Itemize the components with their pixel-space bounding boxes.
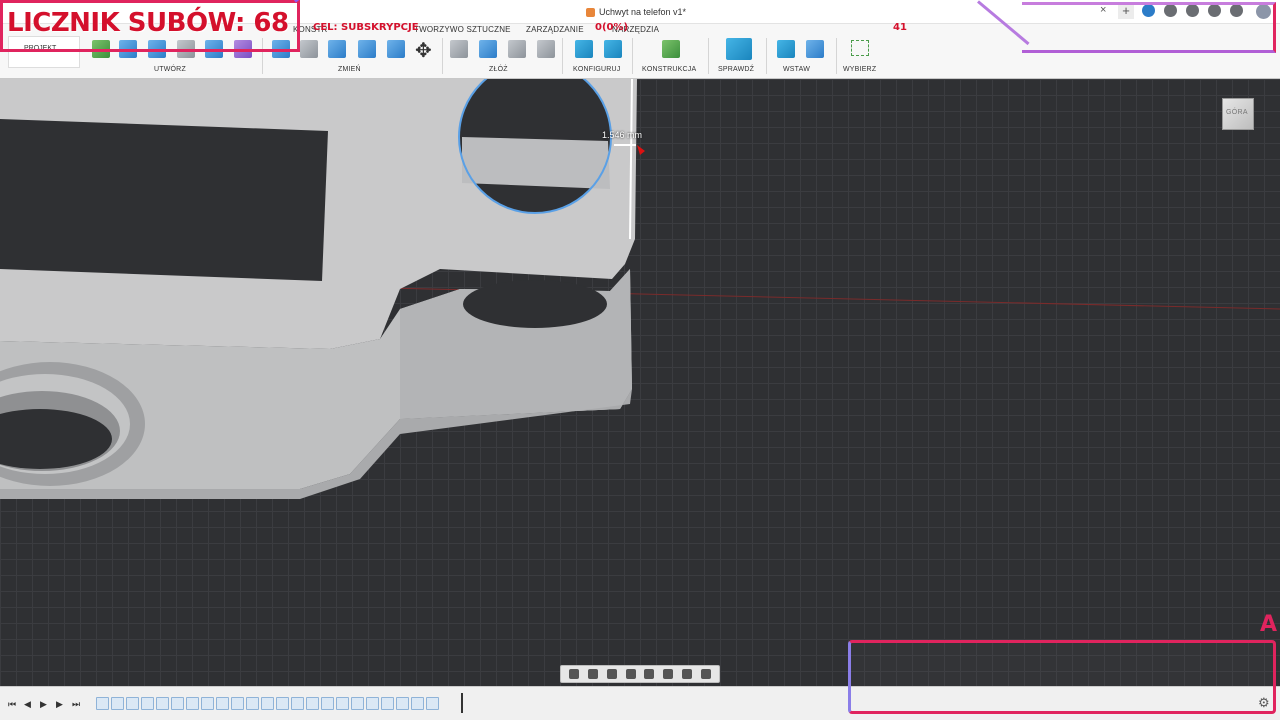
timeline-feature xyxy=(321,697,334,710)
ribbon-divider xyxy=(442,38,443,74)
timeline-feature xyxy=(426,697,439,710)
timeline-feature xyxy=(276,697,289,710)
insert-image-icon[interactable] xyxy=(806,40,824,58)
group-inspect-label[interactable]: SPRAWDŹ xyxy=(718,66,754,73)
ribbon-divider xyxy=(632,38,633,74)
group-insert-label[interactable]: WSTAW xyxy=(783,66,810,73)
rectangular-cutout xyxy=(0,119,328,281)
hole-icon[interactable] xyxy=(177,40,195,58)
subscription-goal-number: 41 xyxy=(893,22,907,33)
combine-icon[interactable] xyxy=(358,40,376,58)
press-pull-icon[interactable] xyxy=(272,40,290,58)
group-select-label[interactable]: WYBIERZ xyxy=(843,66,876,73)
step-back-icon[interactable]: ◀ xyxy=(24,699,31,710)
subscriber-counter: LICZNIK SUBÓW: 68 xyxy=(7,8,289,38)
workspace-label: PROJEKT xyxy=(24,45,57,52)
look-at-icon[interactable] xyxy=(588,669,599,679)
timeline-feature xyxy=(261,697,274,710)
timeline-feature xyxy=(411,697,424,710)
tab-plastic[interactable]: TWORZYWO SZTUCZNE xyxy=(414,25,511,34)
ribbon-divider xyxy=(708,38,709,74)
step-forward-icon[interactable]: ▶ xyxy=(56,699,63,710)
move-icon[interactable]: ✥ xyxy=(415,38,432,63)
workspace-switcher[interactable] xyxy=(8,36,80,68)
timeline-feature xyxy=(396,697,409,710)
configure-table-icon[interactable] xyxy=(604,40,622,58)
select-window-icon[interactable] xyxy=(851,40,869,56)
play-icon[interactable]: ▶ xyxy=(40,699,47,710)
webcam-overlay-frame xyxy=(848,640,1276,714)
display-settings-icon[interactable] xyxy=(663,669,674,679)
timeline-feature xyxy=(366,697,379,710)
document-cube-icon xyxy=(586,7,595,17)
ribbon-divider xyxy=(562,38,563,74)
timeline-feature xyxy=(111,697,124,710)
joint-table-icon[interactable] xyxy=(537,40,555,58)
dimension-cursor-icon xyxy=(637,145,645,155)
ribbon-divider xyxy=(766,38,767,74)
timeline-feature xyxy=(246,697,259,710)
timeline-feature xyxy=(216,697,229,710)
new-component-icon[interactable] xyxy=(479,40,497,58)
timeline-feature xyxy=(306,697,319,710)
grid-settings-icon[interactable] xyxy=(681,669,692,679)
dimension-label[interactable]: 1.546 mm xyxy=(602,130,642,140)
timeline-feature xyxy=(351,697,364,710)
ribbon-divider xyxy=(262,38,263,74)
go-to-end-icon[interactable]: ⏭ xyxy=(72,699,80,710)
create-sketch-icon[interactable] xyxy=(92,40,110,58)
group-create-label[interactable]: UTWÓRZ xyxy=(154,66,186,73)
timeline-feature xyxy=(201,697,214,710)
shell-icon[interactable] xyxy=(328,40,346,58)
insert-derive-icon[interactable] xyxy=(777,40,795,58)
as-built-joint-icon[interactable] xyxy=(508,40,526,58)
timeline-marker[interactable] xyxy=(461,693,463,713)
viewcube-face-label[interactable]: GÓRA xyxy=(1226,109,1248,116)
fillet-icon[interactable] xyxy=(300,40,318,58)
fit-icon[interactable] xyxy=(644,669,655,679)
subscription-goal: CEL: SUBSKRYPCJE xyxy=(313,22,419,33)
revolve-icon[interactable] xyxy=(148,40,166,58)
subscription-goal-percent: 0(0%) xyxy=(595,22,629,33)
timeline-feature xyxy=(336,697,349,710)
timeline-track[interactable] xyxy=(96,697,439,711)
ribbon-divider xyxy=(836,38,837,74)
measure-icon[interactable] xyxy=(726,38,752,60)
offset-plane-icon[interactable] xyxy=(662,40,680,58)
lower-hole xyxy=(463,280,607,328)
group-configure-label[interactable]: KONFIGURUJ xyxy=(573,66,621,73)
group-assemble-label[interactable]: ZŁÓŻ xyxy=(489,66,508,73)
document-title: Uchwyt na telefon v1* xyxy=(599,7,687,17)
timeline-feature xyxy=(381,697,394,710)
document-tab[interactable]: Uchwyt na telefon v1* xyxy=(586,4,686,20)
timeline-feature xyxy=(186,697,199,710)
viewports-icon[interactable] xyxy=(700,669,711,679)
model-canvas[interactable] xyxy=(0,79,1280,686)
split-body-icon[interactable] xyxy=(387,40,405,58)
group-construct-label[interactable]: KONSTRUKCJA xyxy=(642,66,696,73)
timeline-feature xyxy=(291,697,304,710)
timeline-feature xyxy=(126,697,139,710)
3d-viewport[interactable]: 1.546 mm GÓRA xyxy=(0,79,1280,686)
group-modify-label[interactable]: ZMIEŃ xyxy=(338,66,361,73)
timeline-feature xyxy=(171,697,184,710)
pattern-icon[interactable] xyxy=(205,40,223,58)
go-to-start-icon[interactable]: ⏮ xyxy=(8,699,16,710)
pan-icon[interactable] xyxy=(606,669,617,679)
navigation-bar xyxy=(560,665,720,683)
joint-icon[interactable] xyxy=(450,40,468,58)
configure-icon[interactable] xyxy=(575,40,593,58)
tab-manage[interactable]: ZARZĄDZANIE xyxy=(526,25,584,34)
hole-inner-wall xyxy=(462,137,610,189)
overlay-corner-letter: A xyxy=(1260,612,1278,637)
extrude-icon[interactable] xyxy=(119,40,137,58)
timeline-feature xyxy=(231,697,244,710)
orbit-icon[interactable] xyxy=(569,669,580,679)
timeline-feature xyxy=(156,697,169,710)
zoom-icon[interactable] xyxy=(625,669,636,679)
form-icon[interactable] xyxy=(234,40,252,58)
timeline-feature xyxy=(141,697,154,710)
timeline-feature xyxy=(96,697,109,710)
top-right-overlay-frame xyxy=(1022,2,1276,53)
